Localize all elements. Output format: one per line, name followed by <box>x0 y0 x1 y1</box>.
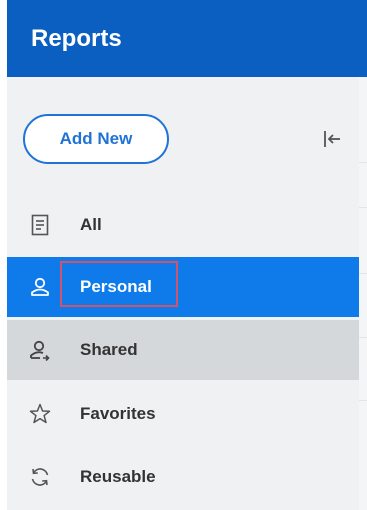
person-icon <box>28 275 52 299</box>
content-edge <box>359 77 367 510</box>
row-divider <box>359 337 367 338</box>
document-icon <box>28 213 52 237</box>
sidebar-item-shared[interactable]: Shared <box>7 320 359 380</box>
sidebar-item-label: Shared <box>80 340 138 359</box>
panel-header: Reports <box>7 0 367 77</box>
row-divider <box>359 400 367 401</box>
row-divider <box>359 162 367 163</box>
sidebar-item-label: Favorites <box>80 404 156 423</box>
row-divider <box>359 207 367 208</box>
sidebar-item-label: All <box>80 215 102 234</box>
highlight-box <box>60 261 178 307</box>
sidebar-item-label: Reusable <box>80 467 156 486</box>
page-title: Reports <box>31 25 122 52</box>
reports-panel: Reports Add New All Personal Shared Favo… <box>7 0 367 510</box>
star-icon <box>28 402 52 426</box>
add-new-button[interactable]: Add New <box>23 114 169 164</box>
sidebar-item-all[interactable]: All <box>7 195 359 255</box>
refresh-icon <box>28 465 52 489</box>
shared-person-icon <box>28 338 52 362</box>
collapse-left-icon[interactable] <box>321 128 343 150</box>
row-divider <box>359 273 367 274</box>
sidebar-item-reusable[interactable]: Reusable <box>7 447 359 507</box>
sidebar-item-favorites[interactable]: Favorites <box>7 384 359 444</box>
